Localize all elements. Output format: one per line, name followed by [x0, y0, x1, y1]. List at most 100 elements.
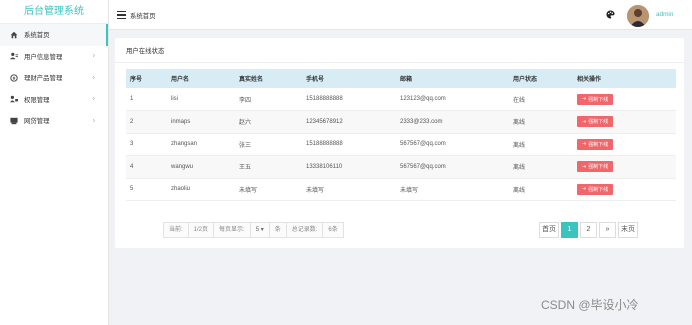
force-offline-label: 强制下线 — [588, 141, 609, 148]
table-header-row: 序号 用户名 真实姓名 手机号 邮箱 用户状态 相关操作 — [126, 69, 676, 88]
first-page-button[interactable]: 首页 — [539, 222, 559, 238]
cell-realname: 李四 — [239, 97, 252, 104]
home-icon — [9, 31, 19, 39]
sidebar-item-label: 权限管理 — [24, 96, 50, 104]
cell-action: ⇥ 强制下线 — [573, 111, 676, 134]
logout-icon: ⇥ — [582, 141, 587, 148]
cell-action: ⇥ 强制下线 — [573, 156, 676, 179]
pagination-info: 当前: 1/2页 每页显示: 5 ▾ 条 总记录数: 6条 — [163, 222, 344, 238]
force-offline-button[interactable]: ⇥ 强制下线 — [577, 93, 614, 105]
chevron-right-icon: › — [92, 117, 95, 125]
menu-toggle-icon[interactable] — [117, 11, 126, 19]
logout-icon: ⇥ — [582, 118, 587, 125]
column-header: 手机号 — [306, 77, 325, 83]
cell-index: 5 — [130, 186, 134, 193]
per-page-unit: 条 — [268, 222, 287, 238]
force-offline-button[interactable]: ⇥ 强制下线 — [577, 138, 614, 150]
app-brand: 后台管理系统 — [0, 0, 108, 24]
cell-realname: 未填写 — [239, 187, 258, 194]
cell-phone: 13338106110 — [306, 163, 343, 170]
loan-icon — [9, 117, 19, 125]
column-header: 序号 — [130, 77, 143, 83]
cell-realname: 张三 — [239, 142, 252, 149]
coin-icon — [9, 74, 19, 82]
cell-email: 2333@233.com — [400, 118, 443, 125]
column-header: 真实姓名 — [239, 77, 264, 83]
cell-email: 123123@qq.com — [400, 96, 446, 102]
cell-index: 3 — [130, 141, 134, 148]
page-info: 1/2页 — [187, 222, 215, 238]
page-button-2[interactable]: 2 — [580, 222, 597, 238]
cell-status: 离线 — [513, 187, 526, 194]
cell-username: wangwu — [171, 163, 194, 170]
cell-realname: 王五 — [239, 165, 252, 172]
cell-email: 未填写 — [400, 187, 419, 194]
sidebar-item-products[interactable]: 理财产品管理 › — [0, 67, 108, 89]
cell-index: 2 — [130, 118, 134, 125]
top-bar: 系统首页 admin — [109, 0, 692, 30]
user-avatar[interactable] — [627, 5, 649, 27]
pagination-controls: 首页 1 2 » 末页 — [539, 222, 640, 238]
table-row: 1 lisi 李四 15188888888 123123@qq.com 在线 ⇥… — [126, 88, 676, 111]
cell-phone: 15188888888 — [306, 96, 343, 102]
force-offline-button[interactable]: ⇥ 强制下线 — [577, 116, 614, 128]
cell-username: lisi — [171, 96, 178, 102]
total-value: 6条 — [322, 222, 344, 238]
chevron-right-icon: › — [92, 95, 95, 103]
cell-username: zhaoliu — [171, 186, 191, 193]
cell-email: 567567@qq.com — [400, 141, 446, 148]
users-icon — [9, 52, 19, 60]
sidebar-item-permissions[interactable]: 权限管理 › — [0, 89, 108, 111]
column-header: 邮箱 — [400, 77, 413, 83]
force-offline-button[interactable]: ⇥ 强制下线 — [577, 161, 614, 173]
logout-icon: ⇥ — [582, 186, 587, 193]
sidebar-item-label: 用户信息管理 — [24, 53, 63, 61]
cell-index: 4 — [130, 163, 134, 170]
chevron-right-icon: › — [92, 74, 95, 82]
column-header: 用户名 — [171, 77, 190, 83]
table-row: 3 zhangsan 张三 15188888888 567567@qq.com … — [126, 133, 676, 156]
table-row: 4 wangwu 王五 13338106110 567567@qq.com 离线… — [126, 155, 676, 179]
sidebar-item-home[interactable]: 系统首页 — [0, 24, 108, 46]
column-header: 用户状态 — [513, 77, 538, 83]
permission-icon — [9, 95, 19, 103]
sidebar-item-label: 理财产品管理 — [24, 75, 63, 83]
cell-status: 离线 — [513, 120, 526, 127]
username-label[interactable]: admin — [656, 11, 673, 18]
cell-action: ⇥ 强制下线 — [573, 88, 676, 111]
page-button-1[interactable]: 1 — [561, 222, 578, 238]
breadcrumb: 系统首页 — [130, 13, 156, 20]
force-offline-label: 强制下线 — [588, 164, 609, 171]
column-header: 相关操作 — [577, 77, 602, 83]
sidebar-item-label: 网贷管理 — [24, 118, 50, 126]
per-page-select[interactable]: 5 ▾ — [249, 222, 270, 238]
force-offline-label: 强制下线 — [588, 119, 609, 126]
cell-phone: 15188888888 — [306, 141, 343, 148]
cell-index: 1 — [130, 96, 134, 102]
sidebar-item-loans[interactable]: 网贷管理 › — [0, 110, 108, 132]
divider — [115, 62, 684, 63]
next-page-button[interactable]: » — [599, 222, 616, 238]
cell-username: zhangsan — [171, 141, 198, 148]
total-label: 总记录数: — [285, 222, 324, 238]
sidebar-item-label: 系统首页 — [24, 32, 50, 40]
sidebar-item-user-info[interactable]: 用户信息管理 › — [0, 46, 108, 68]
cell-status: 在线 — [513, 97, 526, 104]
current-page-label: 当前: — [163, 222, 189, 238]
cell-phone: 未填写 — [306, 187, 325, 194]
online-status-panel: 用户在线状态 序号 用户名 真实姓名 手机号 邮箱 用户状态 相关操作 1 li… — [115, 38, 684, 248]
cell-action: ⇥ 强制下线 — [573, 133, 676, 156]
cell-realname: 赵六 — [239, 120, 252, 127]
cell-username: inmaps — [171, 118, 191, 125]
user-table: 序号 用户名 真实姓名 手机号 邮箱 用户状态 相关操作 1 lisi 李四 1… — [126, 69, 676, 201]
force-offline-button[interactable]: ⇥ 强制下线 — [577, 183, 614, 195]
per-page-label: 每页显示: — [213, 222, 251, 238]
cell-action: ⇥ 强制下线 — [573, 178, 676, 201]
watermark: CSDN @毕设小冷 — [541, 298, 639, 312]
logout-icon: ⇥ — [582, 96, 587, 102]
cell-status: 离线 — [513, 165, 526, 172]
palette-icon[interactable] — [606, 10, 615, 21]
last-page-button[interactable]: 末页 — [618, 222, 638, 238]
table-row: 5 zhaoliu 未填写 未填写 未填写 离线 ⇥ 强制下线 — [126, 178, 676, 201]
table-row: 2 inmaps 赵六 12345678912 2333@233.com 离线 … — [126, 110, 676, 134]
